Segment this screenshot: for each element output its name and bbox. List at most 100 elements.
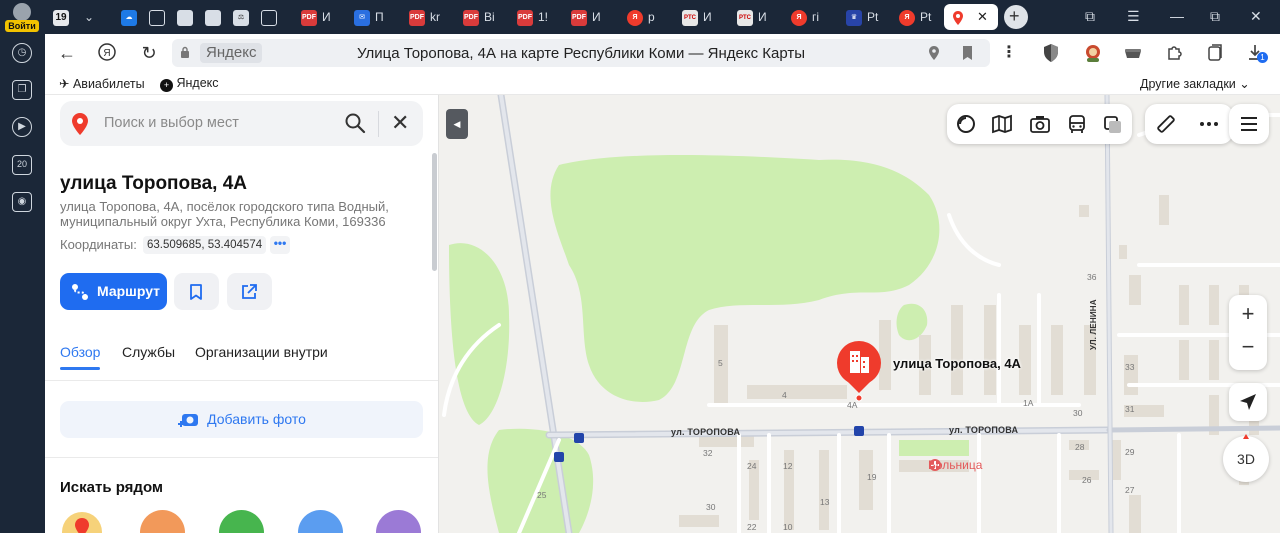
tab-overview[interactable]: Обзор — [60, 344, 100, 360]
tab-13[interactable]: РТС И — [676, 4, 716, 30]
map-canvas[interactable]: ул. ТОРОПОВА ул. ТОРОПОВА УЛ. ЛЕНИНА 36 … — [439, 95, 1280, 533]
nearby-shop-icon[interactable] — [298, 510, 343, 533]
minimize-button[interactable]: — — [1170, 8, 1184, 24]
map-pin-icon — [950, 10, 966, 26]
tab-services[interactable]: Службы — [122, 344, 175, 360]
more-icon[interactable] — [1198, 114, 1220, 134]
tab-17[interactable]: Я Pt — [893, 4, 935, 30]
building-number: 25 — [537, 490, 547, 500]
screenshot-icon[interactable]: ◉ — [12, 192, 32, 212]
login-button[interactable]: Войти — [5, 3, 39, 33]
collections-extension-icon[interactable] — [1205, 43, 1225, 63]
restore-button[interactable]: ⧉ — [1210, 8, 1220, 25]
scheme-layer-icon[interactable] — [991, 114, 1013, 134]
back-button[interactable]: ← — [56, 42, 78, 64]
share-button[interactable] — [227, 273, 272, 310]
building-number: 27 — [1125, 485, 1135, 495]
nearby-attractions-icon[interactable] — [60, 510, 105, 533]
tab-1[interactable] — [143, 4, 167, 30]
pdf-icon: PDF — [409, 9, 425, 26]
zoom-out-button[interactable]: − — [1229, 332, 1267, 369]
close-window-button[interactable]: ✕ — [1250, 8, 1262, 25]
tab-9[interactable]: PDF Ві — [457, 4, 497, 30]
tab-active-yandex-maps[interactable]: ✕ — [944, 4, 998, 30]
section-divider — [45, 457, 438, 458]
panel-scrollbar[interactable] — [432, 153, 437, 271]
url-field[interactable]: Яндекс Улица Торопова, 4А на карте Респу… — [172, 39, 990, 67]
route-button[interactable]: Маршрут — [60, 273, 167, 310]
other-bookmarks[interactable]: Другие закладки ⌄ — [1140, 76, 1250, 91]
tab-12[interactable]: Яр — [621, 4, 661, 30]
pdf-icon: PDF — [517, 9, 533, 26]
map-base-layer — [442, 95, 1280, 533]
nearby-pharmacy-icon[interactable] — [219, 510, 264, 533]
building-number: 10 — [783, 522, 793, 532]
url-host: Яндекс — [200, 43, 263, 63]
collections-icon[interactable]: ❐ — [12, 80, 32, 100]
tab-8[interactable]: PDF kr — [403, 4, 443, 30]
extension-avatar-icon[interactable] — [1083, 43, 1103, 63]
transport-layer-icon[interactable] — [1066, 114, 1088, 134]
ruler-icon[interactable] — [1156, 114, 1176, 134]
coordinates-more-button[interactable]: ••• — [270, 236, 290, 254]
tab-organizations-inside[interactable]: Организации внутри — [195, 344, 328, 360]
video-icon[interactable]: ▶ — [12, 117, 32, 137]
coordinates-value[interactable]: 63.509685, 53.404574 — [143, 236, 267, 254]
tab-6[interactable]: PDF И — [295, 4, 335, 30]
search-icon[interactable] — [344, 112, 366, 134]
tab-11[interactable]: PDF И — [565, 4, 605, 30]
nearby-food-icon[interactable] — [140, 510, 185, 533]
puzzle-icon[interactable] — [1165, 43, 1185, 63]
tab-manager-icon[interactable]: ⧉ — [1085, 8, 1095, 25]
panorama-layer-icon[interactable] — [955, 114, 977, 134]
tab-label: р — [648, 10, 655, 24]
tab-14[interactable]: РТС И — [731, 4, 771, 30]
place-address: улица Торопова, 4А, посёлок городского т… — [60, 199, 389, 229]
reload-button[interactable]: ↻ — [138, 42, 160, 64]
save-bookmark-button[interactable] — [174, 273, 219, 310]
other-bookmarks-label: Другие закладки — [1140, 77, 1236, 91]
new-tab-button[interactable]: + — [1004, 5, 1028, 29]
tab-counter[interactable]: 19 — [48, 4, 74, 30]
clear-search-icon[interactable]: ✕ — [391, 112, 409, 134]
my-location-button[interactable] — [1229, 383, 1267, 421]
browser-menu-icon[interactable]: ☰ — [1127, 8, 1140, 25]
tab-close-icon[interactable]: ✕ — [977, 9, 988, 24]
yandex-home-icon[interactable]: Я — [96, 42, 118, 64]
building-number: 32 — [703, 448, 713, 458]
zoom-in-button[interactable]: + — [1229, 295, 1267, 332]
tabs-dropdown-button[interactable]: ⌄ — [79, 4, 103, 30]
building-number: 36 — [1087, 272, 1097, 282]
search-input[interactable] — [104, 111, 334, 135]
layers-icon[interactable] — [1102, 114, 1124, 134]
calendar-icon[interactable]: 20 — [12, 155, 32, 175]
bookmark-yandex[interactable]: + Яндекс — [160, 76, 219, 92]
main-menu-button[interactable] — [1229, 104, 1269, 144]
photo-layer-icon[interactable] — [1029, 114, 1051, 134]
tab-label: П — [375, 10, 384, 24]
3d-view-button[interactable]: 3D — [1223, 434, 1269, 482]
tab-0[interactable]: ☁ — [115, 4, 139, 30]
bookmark-icon[interactable] — [962, 46, 973, 60]
location-icon[interactable] — [928, 46, 940, 60]
tab-15[interactable]: Ягі — [785, 4, 825, 30]
collapse-panel-button[interactable]: ◀ — [446, 109, 468, 139]
tab-5[interactable] — [255, 4, 279, 30]
bookmark-avia[interactable]: ✈ Авиабилеты — [59, 76, 145, 91]
tab-7[interactable]: ✉ П — [348, 4, 388, 30]
pdf-icon: PDF — [301, 9, 317, 26]
hospital-label[interactable]: Больница — [928, 458, 982, 472]
shield-icon[interactable] — [1041, 43, 1061, 63]
nearby-atm-icon[interactable] — [376, 510, 421, 533]
cloud-icon: ☁ — [121, 9, 137, 26]
tab-16[interactable]: ♛ Pt — [840, 4, 880, 30]
tab-4[interactable]: ⚖ — [227, 4, 251, 30]
tab-10[interactable]: PDF 1! — [511, 4, 551, 30]
tab-2[interactable] — [171, 4, 195, 30]
tab-3[interactable] — [199, 4, 223, 30]
more-menu-icon[interactable]: ⋮ — [998, 42, 1020, 64]
extension-hat-icon[interactable] — [1123, 43, 1143, 63]
history-icon[interactable]: ◷ — [12, 43, 32, 63]
add-photo-button[interactable]: Добавить фото — [60, 401, 423, 438]
tab-label: И — [703, 10, 712, 24]
